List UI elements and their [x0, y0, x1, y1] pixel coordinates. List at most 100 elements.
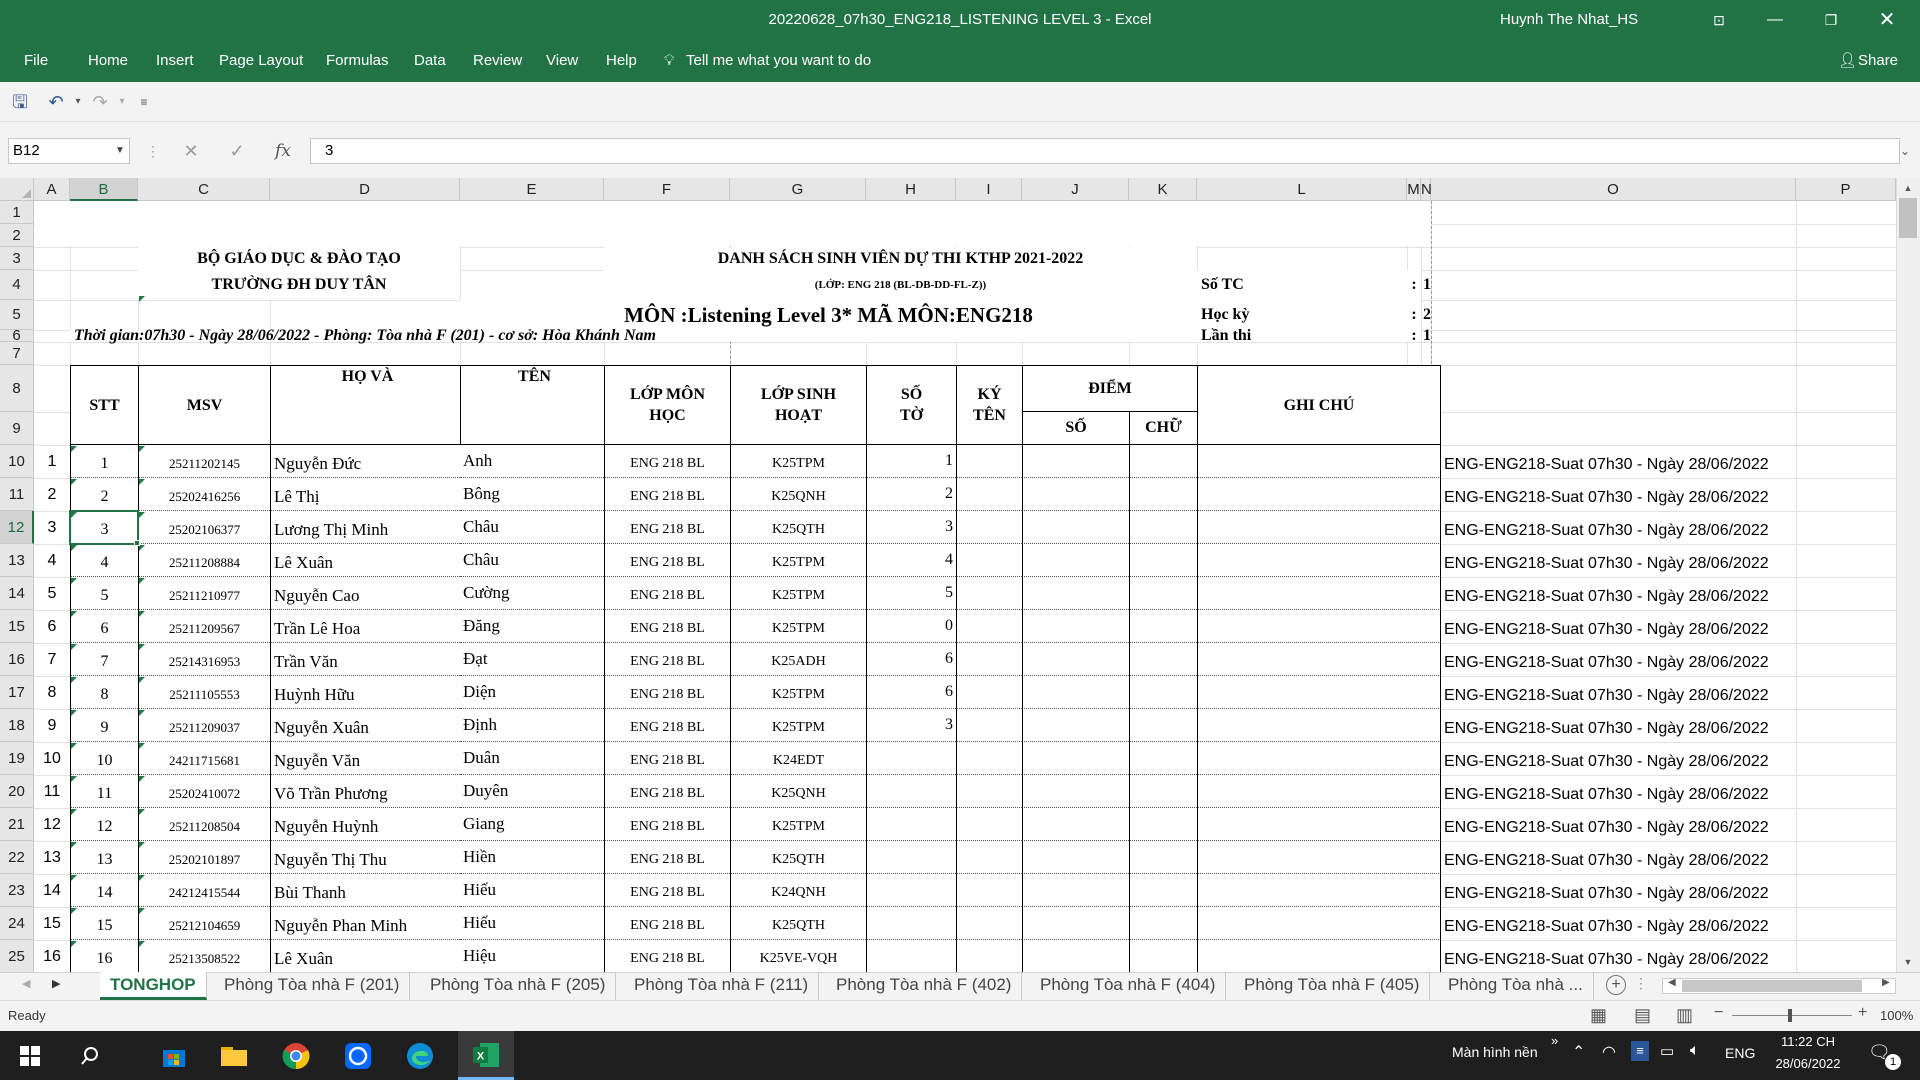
tab-file[interactable]: File — [24, 40, 48, 82]
row-header-3[interactable]: 3 — [0, 247, 34, 270]
desktop-label[interactable]: Màn hình nền — [1452, 1044, 1538, 1060]
word-tray-icon[interactable]: ≡ — [1631, 1041, 1649, 1061]
sheet-tab-2[interactable]: Phòng Tòa nhà F (201) — [214, 972, 411, 1000]
tab-formulas[interactable]: Formulas — [326, 40, 389, 82]
enter-icon[interactable]: ✓ — [224, 138, 250, 164]
undo-dropdown-icon[interactable]: ▾ — [66, 90, 90, 114]
column-header-e[interactable]: E — [460, 178, 604, 201]
row-header-2[interactable]: 2 — [0, 224, 34, 247]
sheet-tab-3[interactable]: Phòng Tòa nhà F (205) — [420, 972, 617, 1000]
formula-input[interactable]: 3 — [310, 138, 1900, 164]
column-header-l[interactable]: L — [1197, 178, 1407, 201]
undo-icon[interactable]: ↶ — [44, 90, 68, 114]
next-sheet-icon[interactable]: ▶ — [52, 977, 60, 990]
name-box-dropdown-icon[interactable]: ▼ — [112, 138, 128, 164]
new-sheet-button[interactable]: + — [1606, 975, 1626, 995]
column-header-f[interactable]: F — [604, 178, 730, 201]
row-header-22[interactable]: 22 — [0, 841, 34, 874]
row-header-11[interactable]: 11 — [0, 478, 34, 511]
sheet-tab-4[interactable]: Phòng Tòa nhà F (211) — [624, 972, 820, 1000]
vertical-scroll-thumb[interactable] — [1899, 198, 1917, 238]
row-header-20[interactable]: 20 — [0, 775, 34, 808]
row-header-7[interactable]: 7 — [0, 342, 34, 365]
row-header-5[interactable]: 5 — [0, 300, 34, 330]
tab-review[interactable]: Review — [473, 40, 522, 82]
column-header-c[interactable]: C — [138, 178, 270, 201]
tab-insert[interactable]: Insert — [156, 40, 194, 82]
column-header-i[interactable]: I — [956, 178, 1022, 201]
row-header-19[interactable]: 19 — [0, 742, 34, 775]
scroll-down-icon[interactable]: ▼ — [1900, 954, 1916, 970]
page-layout-view-icon[interactable]: ▤ — [1634, 1005, 1651, 1026]
row-header-21[interactable]: 21 — [0, 808, 34, 841]
excel-taskbar-button[interactable]: X — [458, 1031, 514, 1080]
clock-time[interactable]: 11:22 CH — [1776, 1034, 1840, 1049]
tab-page-layout[interactable]: Page Layout — [219, 40, 303, 82]
row-header-13[interactable]: 13 — [0, 544, 34, 577]
zoom-out-button[interactable]: − — [1714, 1004, 1723, 1022]
wifi-icon[interactable]: ◠ — [1602, 1042, 1616, 1062]
scroll-right-icon[interactable]: ▶ — [1882, 977, 1890, 988]
volume-icon[interactable]: 🔈︎ — [1690, 1042, 1700, 1060]
share-button[interactable]: Share — [1858, 40, 1898, 82]
row-header-6[interactable]: 6 — [0, 327, 34, 344]
row-header-25[interactable]: 25 — [0, 940, 34, 972]
edge-icon[interactable] — [396, 1031, 444, 1080]
sheet-tab-6[interactable]: Phòng Tòa nhà F (404) — [1030, 972, 1227, 1000]
tab-help[interactable]: Help — [606, 40, 637, 82]
tab-data[interactable]: Data — [414, 40, 446, 82]
ribbon-display-options-icon[interactable]: ⊡ — [1696, 0, 1742, 40]
redo-icon[interactable]: ↷ — [88, 90, 112, 114]
sheet-tab-8[interactable]: Phòng Tòa nhà ... — [1438, 972, 1594, 1000]
battery-icon[interactable]: ▭ — [1660, 1042, 1674, 1060]
toolbar-expand-icon[interactable]: » — [1551, 1033, 1558, 1048]
column-header-d[interactable]: D — [270, 178, 460, 201]
redo-dropdown-icon[interactable]: ▾ — [110, 90, 134, 114]
row-header-1[interactable]: 1 — [0, 201, 34, 224]
clock-date[interactable]: 28/06/2022 — [1766, 1056, 1850, 1071]
prev-sheet-icon[interactable]: ◀ — [22, 977, 30, 990]
maximize-button[interactable]: ❐ — [1808, 0, 1854, 40]
file-explorer-icon[interactable] — [210, 1031, 258, 1080]
chrome-icon[interactable] — [272, 1031, 320, 1080]
scroll-left-icon[interactable]: ◀ — [1668, 977, 1676, 988]
column-header-h[interactable]: H — [866, 178, 956, 201]
close-button[interactable]: ✕ — [1864, 0, 1910, 40]
insert-function-icon[interactable]: fx — [270, 138, 296, 164]
microsoft-store-icon[interactable] — [150, 1031, 198, 1080]
spreadsheet-grid[interactable]: ABCDEFGHIJKLMNOP 1 2 3 4 5 6 7 8 9 10 11 12 13 14 15 16… — [0, 178, 1896, 972]
zoom-slider[interactable] — [1732, 1015, 1852, 1016]
page-break-view-icon[interactable]: ▥ — [1676, 1005, 1693, 1026]
row-header-12[interactable]: 12 — [0, 511, 34, 544]
tab-split-icon[interactable]: ⋮ — [1634, 975, 1648, 992]
tab-view[interactable]: View — [546, 40, 578, 82]
sheet-tab-7[interactable]: Phòng Tòa nhà F (405) — [1234, 972, 1431, 1000]
row-header-18[interactable]: 18 — [0, 709, 34, 742]
zalo-icon[interactable] — [334, 1031, 382, 1080]
cancel-icon[interactable]: ✕ — [178, 138, 204, 164]
vertical-scrollbar[interactable] — [1896, 178, 1920, 972]
language-indicator[interactable]: ENG — [1725, 1045, 1755, 1061]
windows-start-icon[interactable] — [6, 1031, 54, 1080]
sheet-tab-5[interactable]: Phòng Tòa nhà F (402) — [826, 972, 1023, 1000]
fill-handle[interactable] — [134, 540, 140, 546]
save-icon[interactable]: 🖫︎ — [8, 90, 32, 114]
zoom-level[interactable]: 100% — [1880, 1008, 1913, 1023]
select-all-corner[interactable] — [0, 178, 34, 201]
column-header-k[interactable]: K — [1129, 178, 1197, 201]
row-header-15[interactable]: 15 — [0, 610, 34, 643]
horizontal-scroll-thumb[interactable] — [1682, 980, 1862, 992]
row-header-17[interactable]: 17 — [0, 676, 34, 709]
tell-me-box[interactable]: Tell me what you want to do — [686, 40, 871, 82]
column-header-a[interactable]: A — [34, 178, 70, 201]
column-header-j[interactable]: J — [1022, 178, 1129, 201]
show-hidden-icons[interactable]: ⌃ — [1572, 1042, 1585, 1062]
column-header-o[interactable]: O — [1431, 178, 1796, 201]
row-header-24[interactable]: 24 — [0, 907, 34, 940]
row-header-9[interactable]: 9 — [0, 412, 34, 445]
row-header-4[interactable]: 4 — [0, 270, 34, 300]
sheet-tab-1[interactable]: TONGHOP — [100, 972, 207, 1000]
row-header-23[interactable]: 23 — [0, 874, 34, 907]
active-cell-selection[interactable] — [69, 510, 139, 545]
row-header-16[interactable]: 16 — [0, 643, 34, 676]
